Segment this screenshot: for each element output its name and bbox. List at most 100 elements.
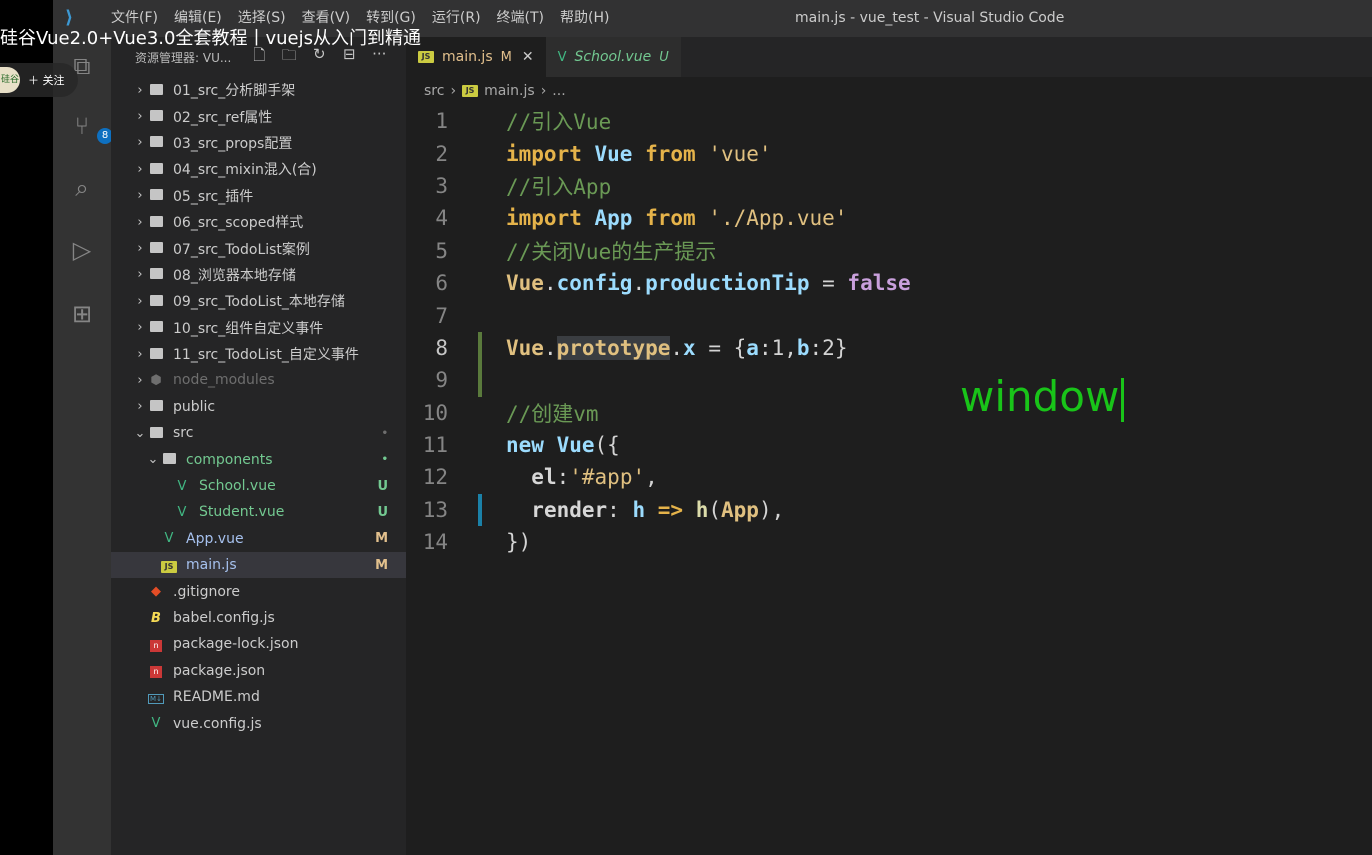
line-number: 13 bbox=[422, 497, 448, 522]
chevron-right-icon: › bbox=[137, 399, 143, 415]
folder-icon bbox=[147, 109, 165, 124]
npm-json-icon: n bbox=[147, 663, 165, 679]
code-editor[interactable]: 1 //引入Vue 2 import Vue from 'vue' 3 //引入… bbox=[406, 105, 1372, 558]
extensions-icon[interactable]: ⊞ bbox=[67, 299, 97, 329]
line-number: 5 bbox=[435, 238, 448, 263]
chevron-right-icon: › bbox=[137, 161, 143, 177]
code-comment: //关闭Vue的生产提示 bbox=[506, 239, 717, 264]
code-identifier: Vue bbox=[506, 271, 544, 296]
breadcrumb-folder[interactable]: src bbox=[424, 83, 444, 99]
file-tree-item[interactable]: V App.vue M bbox=[111, 526, 406, 552]
file-tree-item[interactable]: V School.vue U bbox=[111, 473, 406, 499]
code-property: a bbox=[746, 335, 759, 360]
code-punct: , bbox=[645, 465, 658, 490]
file-tree-item[interactable]: › 04_src_mixin混入(合) bbox=[111, 156, 406, 182]
line-number: 7 bbox=[435, 303, 448, 328]
file-tree-item[interactable]: M↓ README.md bbox=[111, 684, 406, 710]
git-status-badge: M bbox=[375, 557, 388, 573]
line-number: 1 bbox=[435, 109, 448, 134]
git-status-badge: U bbox=[377, 478, 388, 494]
file-tree-item[interactable]: ◆ .gitignore bbox=[111, 578, 406, 604]
code-line: 10 //创建vm bbox=[406, 397, 1372, 429]
chevron-right-icon: › bbox=[137, 293, 143, 309]
file-tree-label: 01_src_分析脚手架 bbox=[173, 83, 296, 100]
chevron-right-icon: › bbox=[137, 214, 143, 230]
code-punct: = { bbox=[695, 335, 747, 360]
file-tree-label: babel.config.js bbox=[173, 610, 275, 626]
tab-school-vue[interactable]: V School.vue U bbox=[545, 37, 681, 77]
file-tree-item[interactable]: V Student.vue U bbox=[111, 499, 406, 525]
tab-main-js[interactable]: JS main.js M ✕ bbox=[406, 37, 546, 77]
file-tree-item[interactable]: › 03_src_props配置 bbox=[111, 130, 406, 156]
file-tree-item[interactable]: Vvue.config.js bbox=[111, 710, 406, 736]
run-debug-icon[interactable]: ▷ bbox=[67, 235, 97, 265]
editor-area: JS main.js M ✕ V School.vue U src › JS m… bbox=[406, 37, 1372, 855]
close-icon[interactable]: ✕ bbox=[522, 49, 534, 65]
tab-untracked-flag: U bbox=[659, 49, 669, 65]
code-line: 12 el:'#app', bbox=[406, 461, 1372, 493]
file-tree-label: 05_src_插件 bbox=[173, 188, 254, 205]
menu-run[interactable]: 运行(R) bbox=[424, 0, 489, 37]
code-identifier: App bbox=[721, 497, 759, 522]
folder-icon bbox=[147, 267, 165, 282]
line-number: 9 bbox=[435, 368, 448, 393]
breadcrumb-file[interactable]: main.js bbox=[484, 83, 535, 99]
file-tree-item[interactable]: Bbabel.config.js bbox=[111, 605, 406, 631]
folder-icon bbox=[147, 188, 165, 203]
gutter-added-marker bbox=[478, 493, 482, 527]
line-number: 6 bbox=[435, 271, 448, 296]
uploader-avatar[interactable]: 硅谷 bbox=[0, 67, 20, 93]
file-tree-item[interactable]: › 06_src_scoped样式 bbox=[111, 209, 406, 235]
file-tree-item[interactable]: › 10_src_组件自定义事件 bbox=[111, 315, 406, 341]
file-tree-item[interactable]: › 11_src_TodoList_自定义事件 bbox=[111, 341, 406, 367]
file-tree-label: School.vue bbox=[199, 478, 276, 495]
file-tree-item[interactable]: › 07_src_TodoList案例 bbox=[111, 235, 406, 261]
file-tree-label: 09_src_TodoList_本地存储 bbox=[173, 294, 345, 311]
folder-icon bbox=[147, 162, 165, 177]
code-keyword: from bbox=[645, 206, 696, 231]
menu-help[interactable]: 帮助(H) bbox=[552, 0, 617, 37]
code-punct: :1, bbox=[758, 335, 797, 360]
file-tree-item[interactable]: › public bbox=[111, 394, 406, 420]
follow-button[interactable]: 硅谷 ＋ 关注 bbox=[0, 63, 78, 97]
chevron-down-icon: ⌄ bbox=[147, 452, 159, 468]
file-tree-label: .gitignore bbox=[173, 583, 240, 600]
code-identifier: App bbox=[594, 206, 633, 231]
line-number: 4 bbox=[435, 206, 448, 231]
file-tree-label: main.js bbox=[186, 557, 237, 574]
file-tree-item[interactable]: › 09_src_TodoList_本地存储 bbox=[111, 288, 406, 314]
code-punct: . bbox=[670, 335, 684, 360]
git-status-badge: • bbox=[381, 427, 388, 439]
overlay-annotation-text: window bbox=[960, 372, 1124, 422]
file-tree-item[interactable]: › 08_浏览器本地存储 bbox=[111, 262, 406, 288]
file-tree-item[interactable]: › ⬢ node_modules bbox=[111, 367, 406, 393]
code-property: render bbox=[531, 497, 608, 522]
file-tree-item[interactable]: › 02_src_ref属性 bbox=[111, 103, 406, 129]
file-tree-item[interactable]: n package-lock.json bbox=[111, 631, 406, 657]
chevron-down-icon: ⌄ bbox=[134, 425, 146, 441]
folder-icon bbox=[147, 320, 165, 335]
js-file-icon: JS bbox=[160, 558, 178, 573]
file-tree-item[interactable]: › 05_src_插件 bbox=[111, 183, 406, 209]
breadcrumb-symbol[interactable]: ... bbox=[552, 83, 565, 99]
code-punct: . bbox=[632, 271, 646, 296]
file-tree-item[interactable]: ⌄ src • bbox=[111, 420, 406, 446]
file-tree-label: components bbox=[186, 451, 273, 468]
file-tree-item[interactable]: › 01_src_分析脚手架 bbox=[111, 77, 406, 103]
file-tree-item[interactable]: JS main.js M bbox=[111, 552, 406, 579]
file-tree-item[interactable]: n package.json bbox=[111, 658, 406, 684]
search-icon[interactable]: ⌕ bbox=[67, 173, 97, 203]
file-tree-item[interactable]: ⌄ components • bbox=[111, 446, 406, 472]
chevron-right-icon: › bbox=[137, 320, 143, 336]
code-punct: . bbox=[543, 271, 557, 296]
menu-terminal[interactable]: 终端(T) bbox=[489, 0, 552, 37]
file-tree-label: src bbox=[173, 425, 194, 442]
source-control-icon[interactable]: ⑂ 8 bbox=[67, 111, 113, 144]
folder-icon bbox=[147, 426, 165, 441]
code-punct: : bbox=[556, 465, 570, 490]
code-punct: ({ bbox=[594, 433, 620, 458]
line-number: 10 bbox=[422, 400, 448, 425]
tab-label: main.js bbox=[442, 49, 493, 65]
code-param: h bbox=[632, 497, 646, 522]
folder-icon bbox=[160, 452, 178, 467]
